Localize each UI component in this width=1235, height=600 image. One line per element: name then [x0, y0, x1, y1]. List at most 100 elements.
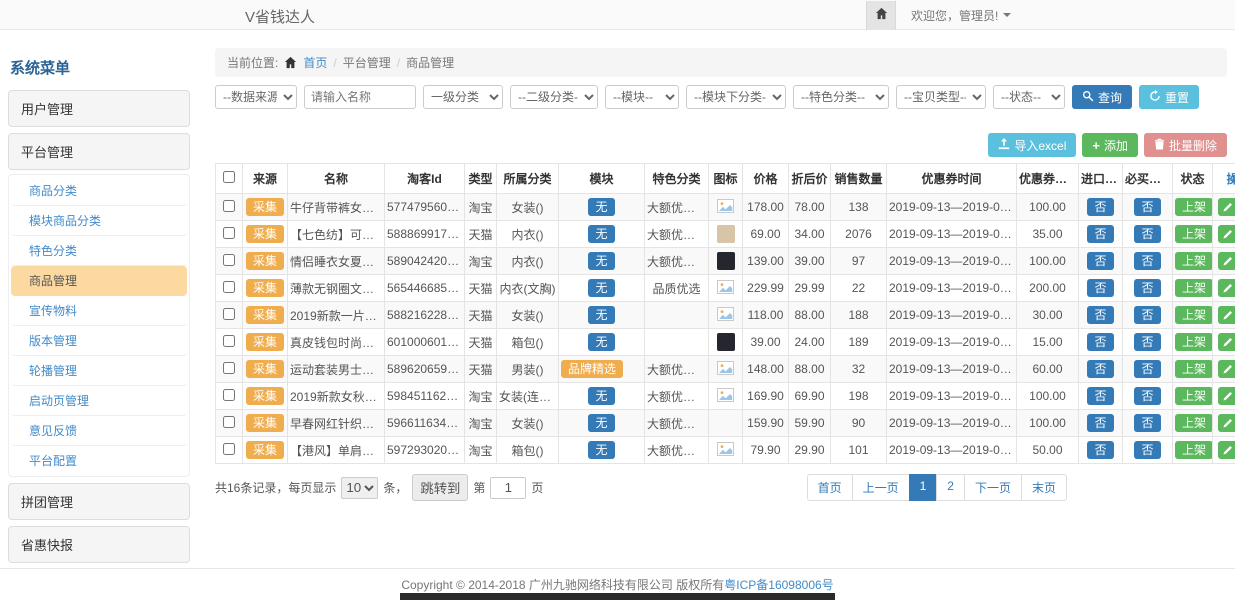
- row-checkbox[interactable]: [223, 443, 235, 455]
- import-optional-toggle[interactable]: 否: [1087, 360, 1113, 378]
- must-buy-toggle[interactable]: 否: [1134, 279, 1160, 297]
- sidebar-item-feature-category[interactable]: 特色分类: [11, 236, 187, 266]
- jump-button[interactable]: 跳转到: [412, 474, 468, 501]
- sidebar-item-goods-management[interactable]: 商品管理: [11, 266, 187, 296]
- sidebar-item-carousel[interactable]: 轮播管理: [11, 356, 187, 386]
- import-optional-toggle[interactable]: 否: [1087, 333, 1113, 351]
- edit-button[interactable]: [1218, 333, 1235, 351]
- add-button[interactable]: 添加: [1082, 133, 1138, 157]
- home-button[interactable]: [866, 1, 896, 30]
- edit-button[interactable]: [1218, 198, 1235, 216]
- select-all-checkbox[interactable]: [223, 171, 235, 183]
- sidebar-item-module-goods-category[interactable]: 模块商品分类: [11, 206, 187, 236]
- page-size-select[interactable]: 10: [341, 477, 378, 499]
- sidebar-item-platform-config[interactable]: 平台配置: [11, 446, 187, 475]
- page-button-prev[interactable]: 上一页: [852, 474, 910, 501]
- column-header-12: 优惠券金额: [1017, 164, 1079, 194]
- sidebar-item-feedback[interactable]: 意见反馈: [11, 416, 187, 446]
- page-button-last[interactable]: 末页: [1021, 474, 1067, 501]
- row-checkbox[interactable]: [223, 281, 235, 293]
- sidebar-item-platform[interactable]: 平台管理: [8, 133, 190, 170]
- status-toggle[interactable]: 上架: [1175, 360, 1213, 378]
- row-checkbox[interactable]: [223, 362, 235, 374]
- status-toggle[interactable]: 上架: [1175, 279, 1213, 297]
- import-optional-toggle[interactable]: 否: [1087, 441, 1113, 459]
- sidebar-item-version[interactable]: 版本管理: [11, 326, 187, 356]
- import-excel-button[interactable]: 导入excel: [988, 133, 1076, 157]
- row-checkbox[interactable]: [223, 416, 235, 428]
- row-checkbox[interactable]: [223, 389, 235, 401]
- name-search-input[interactable]: [304, 85, 416, 109]
- query-button[interactable]: 查询: [1072, 85, 1132, 109]
- page-button-first[interactable]: 首页: [807, 474, 853, 501]
- row-checkbox[interactable]: [223, 227, 235, 239]
- must-buy-toggle[interactable]: 否: [1134, 306, 1160, 324]
- import-optional-toggle[interactable]: 否: [1087, 306, 1113, 324]
- status-toggle[interactable]: 上架: [1175, 306, 1213, 324]
- import-optional-toggle[interactable]: 否: [1087, 252, 1113, 270]
- import-optional-toggle[interactable]: 否: [1087, 387, 1113, 405]
- must-buy-toggle[interactable]: 否: [1134, 360, 1160, 378]
- filter-select-status[interactable]: --状态--: [993, 85, 1065, 109]
- must-buy-toggle[interactable]: 否: [1134, 387, 1160, 405]
- sales-count: 188: [831, 302, 887, 329]
- user-menu[interactable]: 欢迎您，管理员!: [911, 7, 1011, 24]
- edit-button[interactable]: [1218, 306, 1235, 324]
- page-button-next[interactable]: 下一页: [964, 474, 1022, 501]
- import-optional-toggle[interactable]: 否: [1087, 414, 1113, 432]
- edit-button[interactable]: [1218, 387, 1235, 405]
- page-number-input[interactable]: [490, 477, 526, 499]
- filter-select-data-source[interactable]: --数据来源--: [215, 85, 297, 109]
- filter-select-level2[interactable]: --二级分类--: [510, 85, 598, 109]
- status-toggle[interactable]: 上架: [1175, 252, 1213, 270]
- import-optional-toggle[interactable]: 否: [1087, 198, 1113, 216]
- sidebar-item-promo-material[interactable]: 宣传物料: [11, 296, 187, 326]
- filter-select-feature[interactable]: --特色分类--: [793, 85, 889, 109]
- goods-name: 牛仔背带裤女秋装减龄...: [288, 194, 385, 221]
- filter-select-level1[interactable]: 一级分类: [423, 85, 503, 109]
- broken-image-icon: [717, 202, 734, 216]
- must-buy-toggle[interactable]: 否: [1134, 414, 1160, 432]
- must-buy-toggle[interactable]: 否: [1134, 333, 1160, 351]
- row-checkbox[interactable]: [223, 335, 235, 347]
- page-button-page-2[interactable]: 2: [936, 474, 965, 501]
- must-buy-toggle[interactable]: 否: [1134, 225, 1160, 243]
- price: 69.00: [743, 221, 789, 248]
- broken-image-icon: [717, 283, 734, 297]
- import-optional-toggle[interactable]: 否: [1087, 225, 1113, 243]
- row-checkbox[interactable]: [223, 254, 235, 266]
- edit-button[interactable]: [1218, 414, 1235, 432]
- breadcrumb-home-link[interactable]: 首页: [303, 54, 327, 71]
- sidebar-item-goods-category[interactable]: 商品分类: [11, 176, 187, 206]
- batch-delete-button[interactable]: 批量删除: [1144, 133, 1227, 157]
- filter-select-item-type[interactable]: --宝贝类型--: [896, 85, 986, 109]
- edit-button[interactable]: [1218, 360, 1235, 378]
- row-checkbox[interactable]: [223, 308, 235, 320]
- filter-select-module[interactable]: --模块--: [605, 85, 679, 109]
- sidebar-item-user[interactable]: 用户管理: [8, 90, 190, 127]
- filter-select-module-sub[interactable]: --模块下分类--: [686, 85, 786, 109]
- edit-button[interactable]: [1218, 279, 1235, 297]
- edit-button[interactable]: [1218, 252, 1235, 270]
- taoke-id: 589620659791: [385, 356, 465, 383]
- icp-link[interactable]: 粤ICP备16098006号: [724, 576, 833, 593]
- status-toggle[interactable]: 上架: [1175, 198, 1213, 216]
- status-toggle[interactable]: 上架: [1175, 414, 1213, 432]
- edit-button[interactable]: [1218, 441, 1235, 459]
- status-toggle[interactable]: 上架: [1175, 441, 1213, 459]
- status-toggle[interactable]: 上架: [1175, 387, 1213, 405]
- status-toggle[interactable]: 上架: [1175, 225, 1213, 243]
- must-buy-toggle[interactable]: 否: [1134, 441, 1160, 459]
- edit-button[interactable]: [1218, 225, 1235, 243]
- must-buy-toggle[interactable]: 否: [1134, 252, 1160, 270]
- must-buy-toggle[interactable]: 否: [1134, 198, 1160, 216]
- sidebar-item-express[interactable]: 省惠快报: [8, 526, 190, 563]
- column-header-11: 优惠券时间: [887, 164, 1017, 194]
- sidebar-item-splash[interactable]: 启动页管理: [11, 386, 187, 416]
- row-checkbox[interactable]: [223, 200, 235, 212]
- sidebar-item-groupon[interactable]: 拼团管理: [8, 483, 190, 520]
- page-button-page-1[interactable]: 1: [909, 474, 938, 501]
- reset-button[interactable]: 重置: [1139, 85, 1199, 109]
- status-toggle[interactable]: 上架: [1175, 333, 1213, 351]
- import-optional-toggle[interactable]: 否: [1087, 279, 1113, 297]
